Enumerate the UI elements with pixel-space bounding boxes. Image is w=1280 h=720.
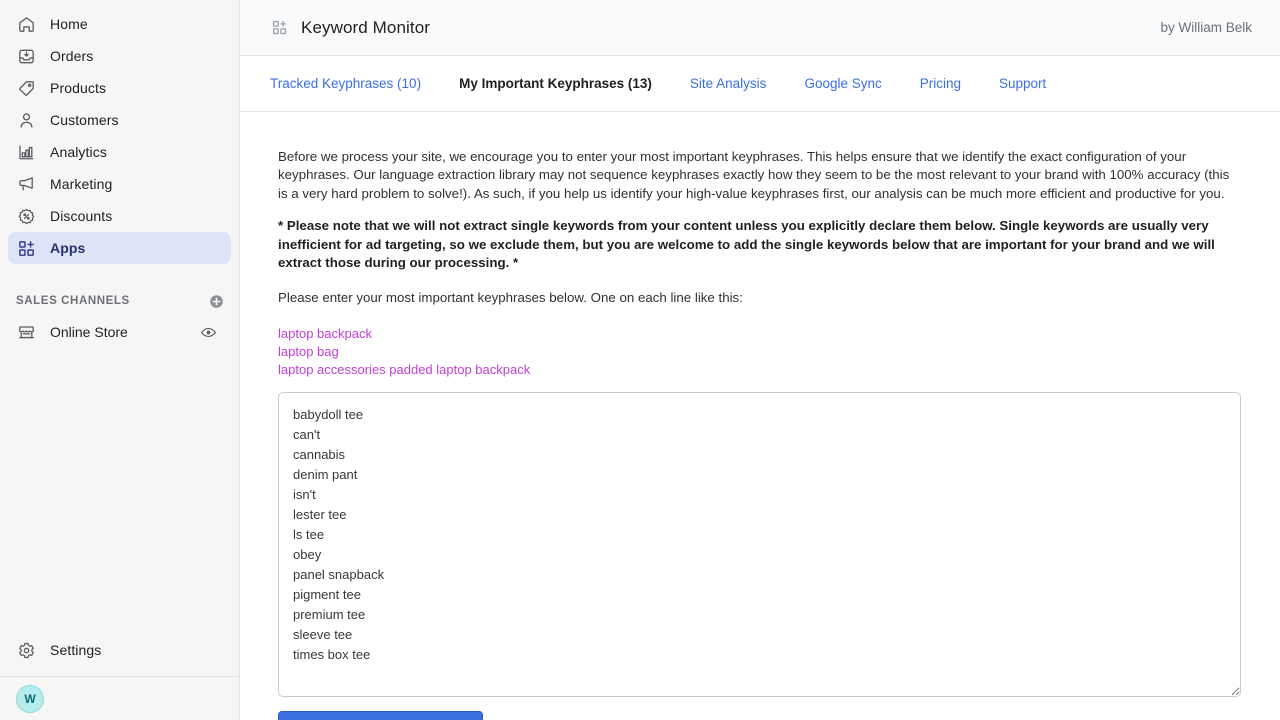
discount-percent-badge-icon [16, 206, 36, 226]
sidebar-bottom-nav: Settings [0, 634, 239, 666]
tab-google-sync[interactable]: Google Sync [804, 76, 881, 91]
customer-person-icon [16, 110, 36, 130]
example-keyphrase: laptop bag [278, 343, 1240, 361]
tab-support[interactable]: Support [999, 76, 1046, 91]
sidebar-item-label: Marketing [50, 174, 112, 194]
sidebar: Home Orders [0, 0, 240, 720]
example-keyphrases-list: laptop backpack laptop bag laptop access… [278, 325, 1240, 379]
apps-grid-plus-icon [16, 238, 36, 258]
sidebar-item-discounts[interactable]: Discounts [8, 200, 231, 232]
sidebar-item-label: Settings [50, 640, 101, 660]
sidebar-item-label: Home [50, 14, 88, 34]
keyphrases-textarea[interactable] [278, 392, 1241, 697]
apps-grid-plus-icon [270, 19, 288, 37]
instruction-text: Please enter your most important keyphra… [278, 289, 1240, 307]
sidebar-item-label: Products [50, 78, 106, 98]
page-title: Keyword Monitor [301, 18, 430, 38]
sidebar-item-label: Online Store [50, 324, 199, 340]
tab-bar: Tracked Keyphrases (10) My Important Key… [240, 56, 1280, 112]
sidebar-item-marketing[interactable]: Marketing [8, 168, 231, 200]
home-icon [16, 14, 36, 34]
tab-my-important-keyphrases[interactable]: My Important Keyphrases (13) [459, 76, 652, 91]
eye-icon[interactable] [199, 323, 217, 341]
sidebar-item-label: Orders [50, 46, 93, 66]
avatar[interactable]: W [16, 685, 44, 713]
online-store-icon [16, 322, 36, 342]
sidebar-item-label: Analytics [50, 142, 107, 162]
tab-tracked-keyphrases[interactable]: Tracked Keyphrases (10) [270, 76, 421, 91]
orders-inbox-icon [16, 46, 36, 66]
sidebar-item-orders[interactable]: Orders [8, 40, 231, 72]
sales-channels-title: SALES CHANNELS [16, 295, 130, 307]
tab-pricing[interactable]: Pricing [920, 76, 961, 91]
save-keyphrases-button[interactable]: Save My Keyphrases [278, 711, 483, 720]
tab-site-analysis[interactable]: Site Analysis [690, 76, 767, 91]
sidebar-item-analytics[interactable]: Analytics [8, 136, 231, 168]
intro-paragraph: Before we process your site, we encourag… [278, 148, 1240, 203]
gear-icon [16, 640, 36, 660]
keyphrases-field-wrap [278, 392, 1241, 697]
plus-circle-icon[interactable] [207, 292, 225, 310]
note-paragraph: * Please note that we will not extract s… [278, 217, 1240, 272]
app-header: Keyword Monitor by William Belk [240, 0, 1280, 56]
submit-row: Save My Keyphrases [278, 711, 1240, 720]
app-root: Home Orders [0, 0, 1280, 720]
sidebar-item-customers[interactable]: Customers [8, 104, 231, 136]
product-tag-icon [16, 78, 36, 98]
content-area: Before we process your site, we encourag… [240, 112, 1280, 720]
example-keyphrase: laptop accessories padded laptop backpac… [278, 361, 1240, 379]
sidebar-item-products[interactable]: Products [8, 72, 231, 104]
main-panel: Keyword Monitor by William Belk Tracked … [240, 0, 1280, 720]
marketing-megaphone-icon [16, 174, 36, 194]
sidebar-item-label: Apps [50, 238, 85, 258]
analytics-bar-chart-icon [16, 142, 36, 162]
sidebar-item-label: Customers [50, 110, 119, 130]
sidebar-nav: Home Orders [0, 0, 239, 264]
sidebar-item-online-store[interactable]: Online Store [8, 316, 231, 348]
sidebar-item-home[interactable]: Home [8, 8, 231, 40]
app-author: by William Belk [1160, 20, 1252, 35]
sidebar-item-settings[interactable]: Settings [8, 634, 231, 666]
user-account-strip[interactable]: W [0, 676, 239, 720]
sidebar-item-label: Discounts [50, 206, 112, 226]
sales-channels-section-header: SALES CHANNELS [0, 286, 239, 316]
sidebar-item-apps[interactable]: Apps [8, 232, 231, 264]
example-keyphrase: laptop backpack [278, 325, 1240, 343]
